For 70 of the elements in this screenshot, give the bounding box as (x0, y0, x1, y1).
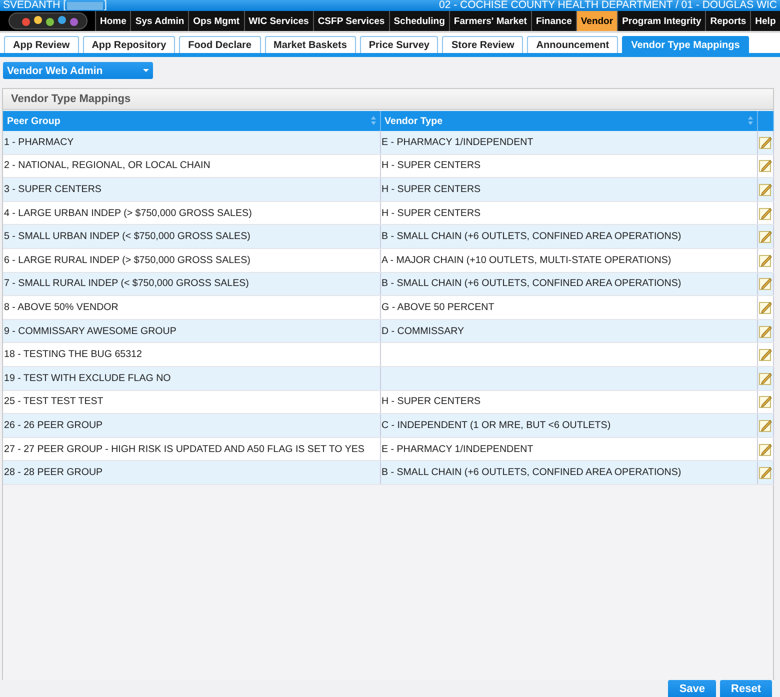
table-cell: D - COMMISSARY (382, 326, 464, 337)
tab[interactable]: Food Declare (179, 36, 260, 53)
edit-icon[interactable] (758, 395, 772, 408)
edit-icon[interactable] (758, 324, 772, 338)
table-cell: 3 - SUPER CENTERS (4, 184, 102, 195)
table-cell: A - MAJOR CHAIN (+10 OUTLETS, MULTI-STATE OPERATIONS) (382, 254, 672, 266)
nav-item[interactable]: Program Integrity (617, 11, 706, 31)
table-cell: G - ABOVE 50 PERCENT (382, 302, 494, 313)
hands-logo-icon (8, 12, 88, 30)
nav-item[interactable]: Scheduling (388, 11, 449, 31)
table-cell: C - INDEPENDENT (1 OR MRE, BUT <6 OUTLETS) (382, 420, 611, 431)
nav-item[interactable]: WIC Services (244, 11, 313, 31)
edit-icon[interactable] (758, 254, 772, 267)
edit-icon[interactable] (758, 206, 772, 220)
nav-item[interactable]: CSFP Services (312, 11, 389, 31)
sort-icon (370, 116, 376, 125)
table-cell: H - SUPER CENTERS (382, 160, 481, 172)
edit-icon[interactable] (758, 442, 772, 456)
table-cell: B - SMALL CHAIN (+6 OUTLETS, CONFINED AREA OPERATIONS) (382, 231, 682, 242)
table-cell: 6 - LARGE RURAL INDEP (> $750,000 GROSS SALES) (4, 254, 250, 266)
table-cell: 7 - SMALL RURAL INDEP (< $750,000 GROSS SALES) (4, 278, 249, 290)
table-cell: 27 - 27 PEER GROUP - HIGH RISK IS UPDATED AND A50 FLAG IS SET TO YES (4, 444, 364, 455)
caret-icon (143, 69, 149, 72)
nav-item[interactable]: Help (750, 11, 780, 31)
table-cell: H - SUPER CENTERS (382, 208, 481, 219)
table-cell: H - SUPER CENTERS (382, 396, 481, 408)
edit-icon[interactable] (758, 277, 772, 290)
table-cell: 2 - NATIONAL, REGIONAL, OR LOCAL CHAIN (4, 160, 210, 172)
nav-item[interactable]: Finance (530, 11, 576, 31)
user-name: SVEDANTH [ (3, 0, 66, 11)
nav-item[interactable]: Reports (705, 11, 750, 31)
table-cell: 4 - LARGE URBAN INDEP (> $750,000 GROSS SALES) (4, 208, 252, 219)
table-cell: 8 - ABOVE 50% VENDOR (4, 302, 118, 313)
table-cell: H - SUPER CENTERS (382, 184, 481, 195)
tab[interactable]: Price Survey (360, 36, 438, 53)
table-cell: 28 - 28 PEER GROUP (4, 467, 103, 478)
location-title: 02 - COCHISE COUNTY HEALTH DEPARTMENT / 01 - DOUGLAS WIC (438, 0, 777, 11)
nav-item[interactable]: Ops Mgmt (188, 11, 244, 31)
edit-icon[interactable] (758, 418, 772, 432)
edit-icon[interactable] (758, 372, 772, 385)
edit-icon[interactable] (758, 182, 772, 196)
nav-item[interactable]: Home (95, 11, 130, 31)
edit-icon[interactable] (758, 159, 772, 172)
edit-icon[interactable] (758, 136, 772, 149)
table-cell: 19 - TEST WITH EXCLUDE FLAG NO (4, 372, 171, 384)
tab[interactable]: Market Baskets (264, 36, 356, 53)
nav-item[interactable]: Vendor (576, 11, 618, 31)
table-cell: 25 - TEST TEST TEST (4, 396, 104, 408)
edit-icon[interactable] (758, 300, 772, 314)
tab[interactable]: App Review (4, 36, 79, 53)
edit-icon[interactable] (758, 348, 772, 362)
tab[interactable]: Announcement (527, 36, 618, 53)
table-cell: 18 - TESTING THE BUG 65312 (4, 349, 142, 360)
table-cell: 5 - SMALL URBAN INDEP (< $750,000 GROSS SALES) (4, 231, 250, 242)
table-cell: B - SMALL CHAIN (+6 OUTLETS, CONFINED AREA OPERATIONS) (382, 278, 682, 290)
tab[interactable]: App Repository (82, 36, 176, 53)
table-cell: 9 - COMMISSARY AWESOME GROUP (4, 326, 176, 337)
edit-icon[interactable] (758, 230, 772, 244)
table-cell: 26 - 26 PEER GROUP (4, 420, 103, 431)
nav-item[interactable]: Sys Admin (130, 11, 188, 31)
table-cell: E - PHARMACY 1/INDEPENDENT (382, 444, 534, 455)
sort-icon (748, 116, 752, 125)
edit-icon[interactable] (758, 466, 772, 480)
bracket-text: ] (104, 0, 107, 11)
table-cell: 1 - PHARMACY (4, 136, 74, 148)
table-cell: B - SMALL CHAIN (+6 OUTLETS, CONFINED AREA OPERATIONS) (382, 467, 682, 478)
table-cell: E - PHARMACY 1/INDEPENDENT (382, 136, 534, 148)
panel-title: Vendor Type Mappings (3, 89, 773, 110)
nav-item[interactable]: Farmers' Market (448, 11, 531, 31)
tab[interactable]: Store Review (442, 36, 524, 53)
